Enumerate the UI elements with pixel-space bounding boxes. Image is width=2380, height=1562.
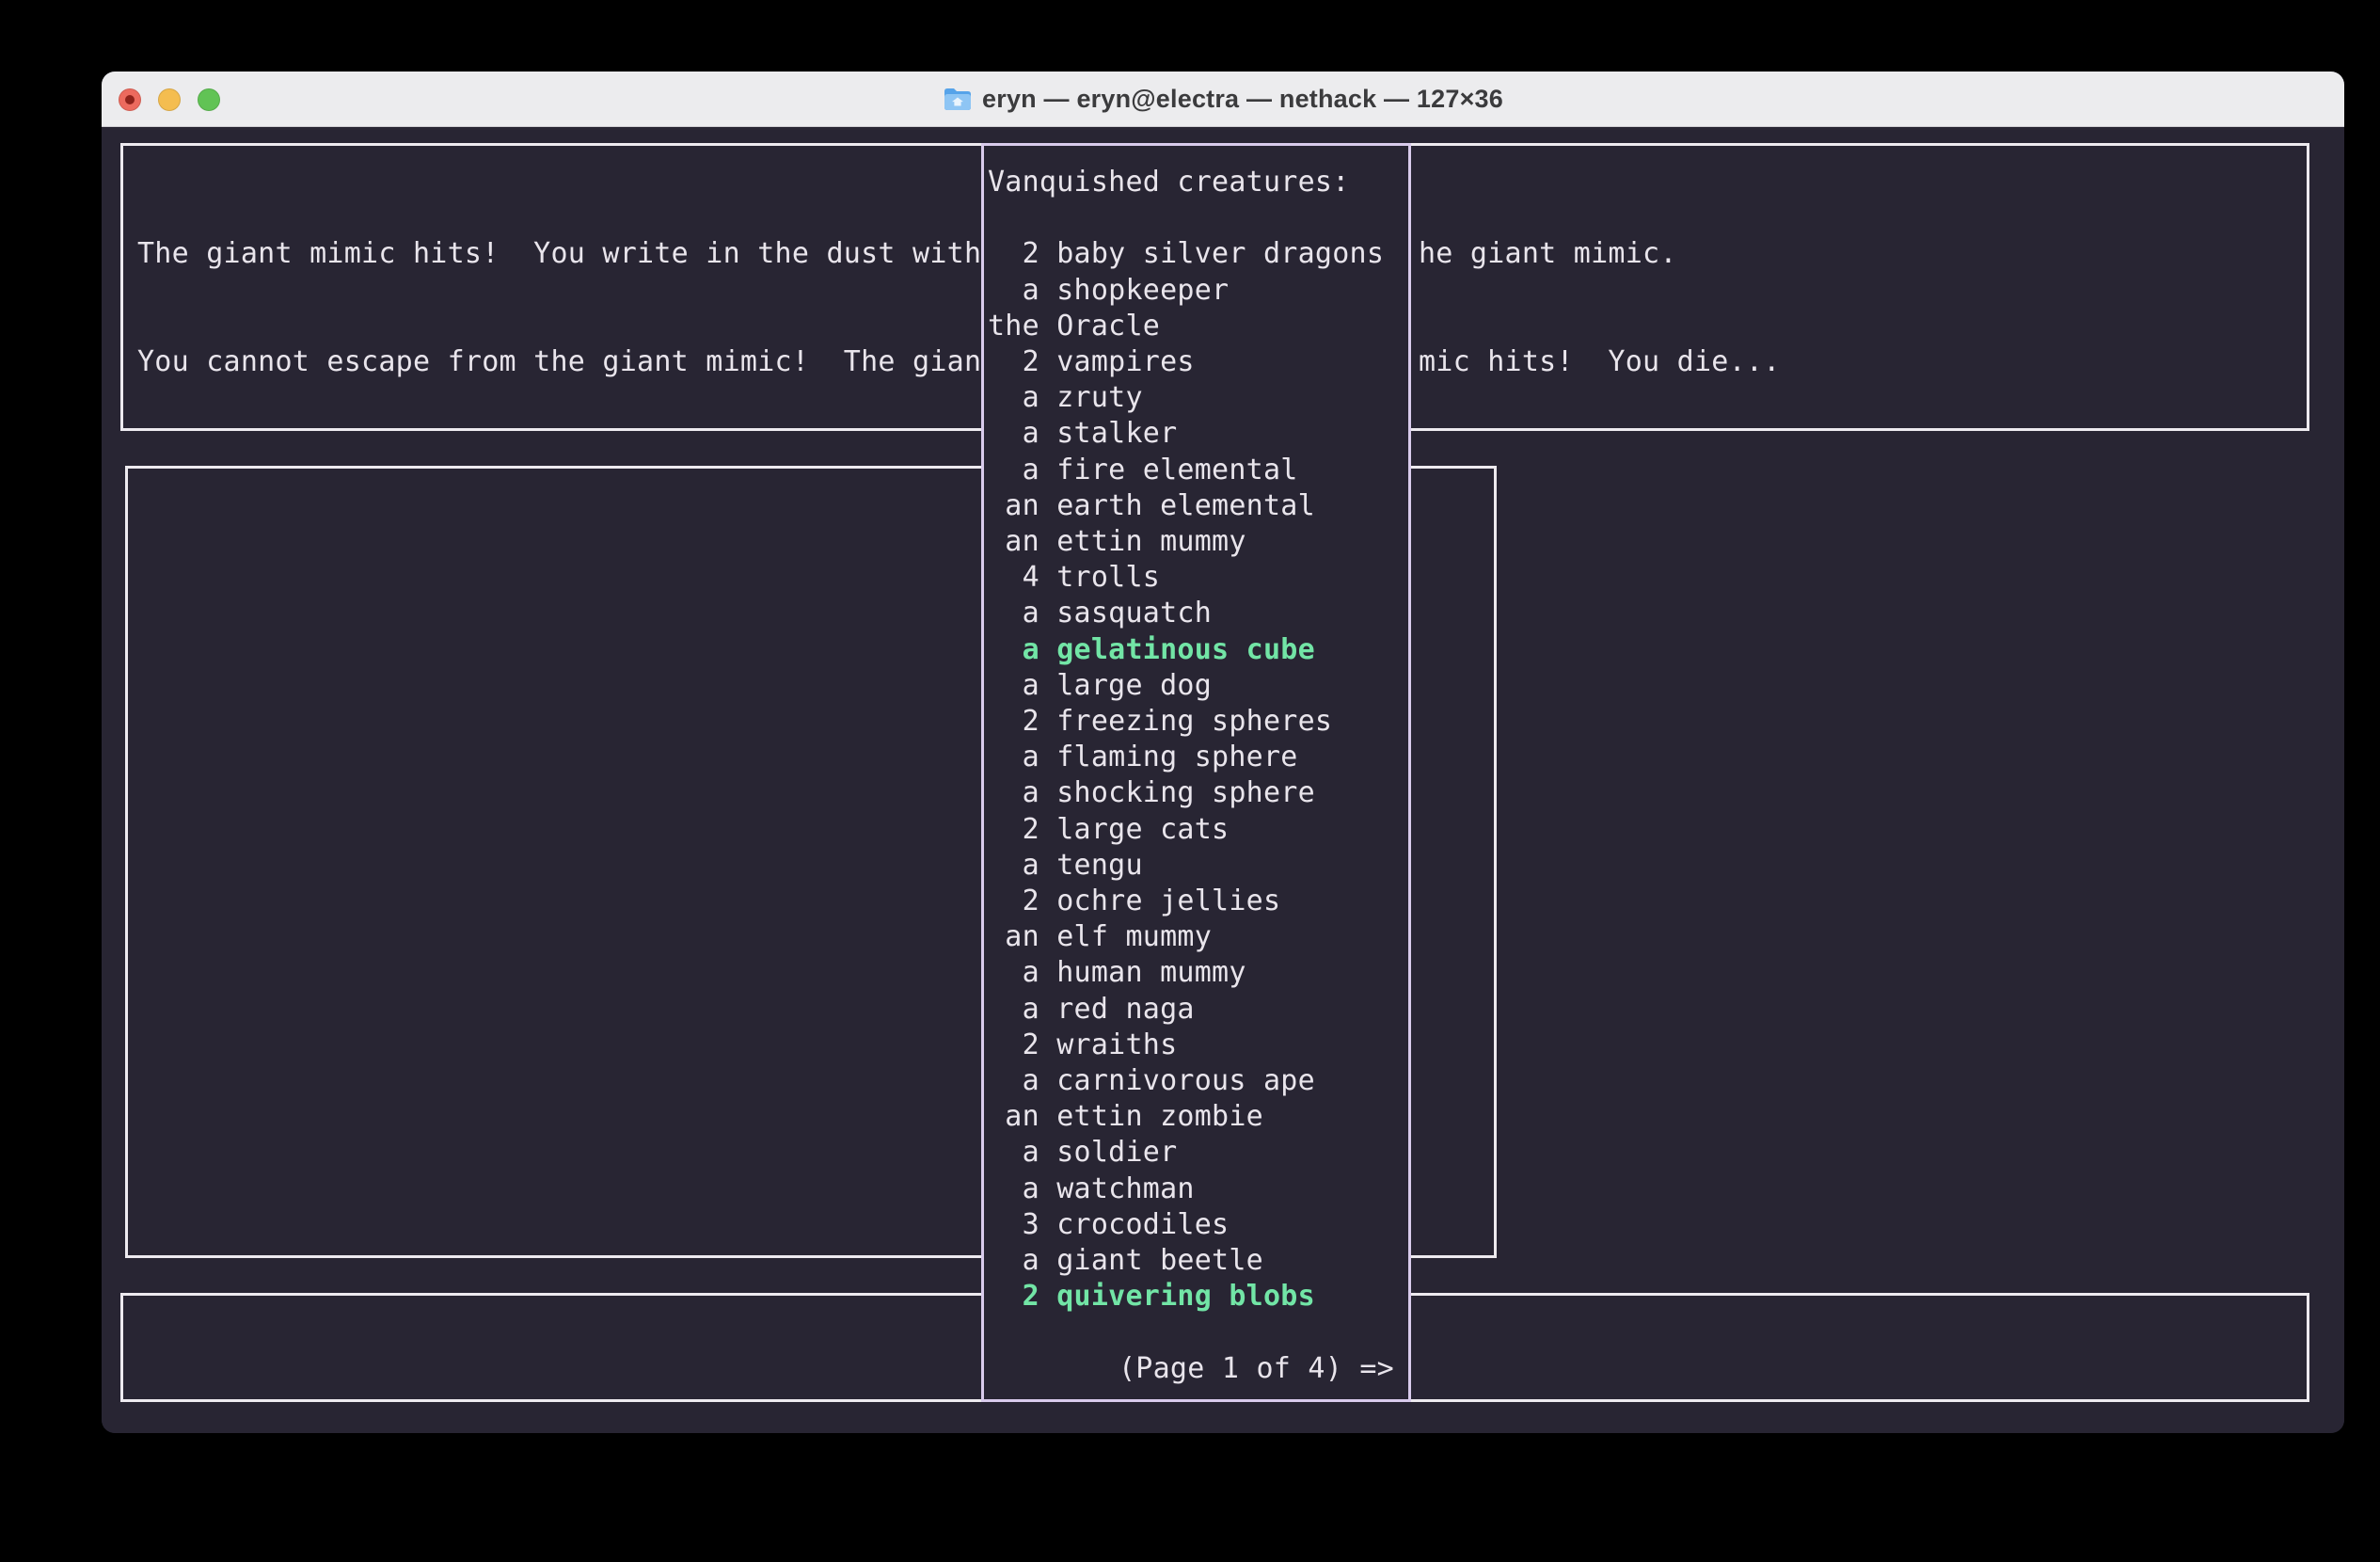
vanquished-entry: a shopkeeper [988, 273, 1408, 309]
window-controls [102, 72, 220, 127]
vanquished-entry: a stalker [988, 416, 1408, 452]
unsaved-changes-dot [125, 95, 135, 104]
vanquished-entry: 2 large cats [988, 812, 1408, 848]
vanquished-entry: 2 quivering blobs [988, 1279, 1408, 1315]
vanquished-entry: a zruty [988, 380, 1408, 416]
vanquished-entry: a fire elemental [988, 453, 1408, 488]
vanquished-entry: a gelatinous cube [988, 632, 1408, 668]
page-indicator: (Page 1 of 4) => [988, 1351, 1408, 1387]
vanquished-entry: a carnivorous ape [988, 1063, 1408, 1099]
vanquished-entry: 2 ochre jellies [988, 884, 1408, 919]
message-text-right: he giant mimic. mic hits! You die... [1419, 165, 1781, 453]
vanquished-entry: 3 crocodiles [988, 1207, 1408, 1243]
vanquished-entry: a large dog [988, 668, 1408, 704]
blank-line [988, 200, 1408, 236]
title-area: eryn — eryn@electra — nethack — 127×36 [943, 85, 1503, 114]
titlebar: eryn — eryn@electra — nethack — 127×36 [102, 72, 2344, 127]
vanquished-entry: an ettin mummy [988, 524, 1408, 560]
vanquished-entry: 2 vampires [988, 344, 1408, 380]
vanquished-entry: an earth elemental [988, 488, 1408, 524]
vanquished-entry: the Oracle [988, 309, 1408, 344]
vanquished-menu-title: Vanquished creatures: [988, 165, 1408, 200]
message-line: You cannot escape from the giant mimic! … [137, 344, 981, 380]
vanquished-entry: a flaming sphere [988, 740, 1408, 775]
home-folder-icon [943, 87, 973, 112]
desktop: { "window": { "title": "eryn — eryn@elec… [0, 0, 2380, 1562]
window-title: eryn — eryn@electra — nethack — 127×36 [982, 85, 1503, 114]
vanquished-menu: Vanquished creatures: 2 baby silver drag… [981, 143, 1411, 1402]
message-line: mic hits! You die... [1419, 344, 1781, 380]
message-line: The giant mimic hits! You write in the d… [137, 236, 981, 272]
vanquished-entry: 2 baby silver dragons [988, 236, 1408, 272]
vanquished-entry: a human mummy [988, 955, 1408, 991]
zoom-button[interactable] [198, 88, 220, 111]
blank-line [988, 1315, 1408, 1351]
message-text-left: The giant mimic hits! You write in the d… [137, 165, 981, 453]
vanquished-entry: a red naga [988, 992, 1408, 1028]
message-line: he giant mimic. [1419, 236, 1781, 272]
vanquished-entry: a giant beetle [988, 1243, 1408, 1279]
vanquished-entry: an elf mummy [988, 919, 1408, 955]
terminal-window: eryn — eryn@electra — nethack — 127×36 T… [102, 72, 2344, 1433]
vanquished-entry: an ettin zombie [988, 1099, 1408, 1135]
vanquished-entry: a sasquatch [988, 596, 1408, 631]
vanquished-entry: a watchman [988, 1172, 1408, 1207]
terminal-screen[interactable]: The giant mimic hits! You write in the d… [102, 127, 2344, 1433]
vanquished-entry: a shocking sphere [988, 775, 1408, 811]
vanquished-entry: a soldier [988, 1135, 1408, 1171]
vanquished-list: 2 baby silver dragons a shopkeeperthe Or… [988, 236, 1408, 1315]
minimize-button[interactable] [158, 88, 181, 111]
vanquished-entry: 4 trolls [988, 560, 1408, 596]
vanquished-entry: 2 wraiths [988, 1028, 1408, 1063]
vanquished-entry: a tengu [988, 848, 1408, 884]
vanquished-entry: 2 freezing spheres [988, 704, 1408, 740]
close-button[interactable] [119, 88, 141, 111]
